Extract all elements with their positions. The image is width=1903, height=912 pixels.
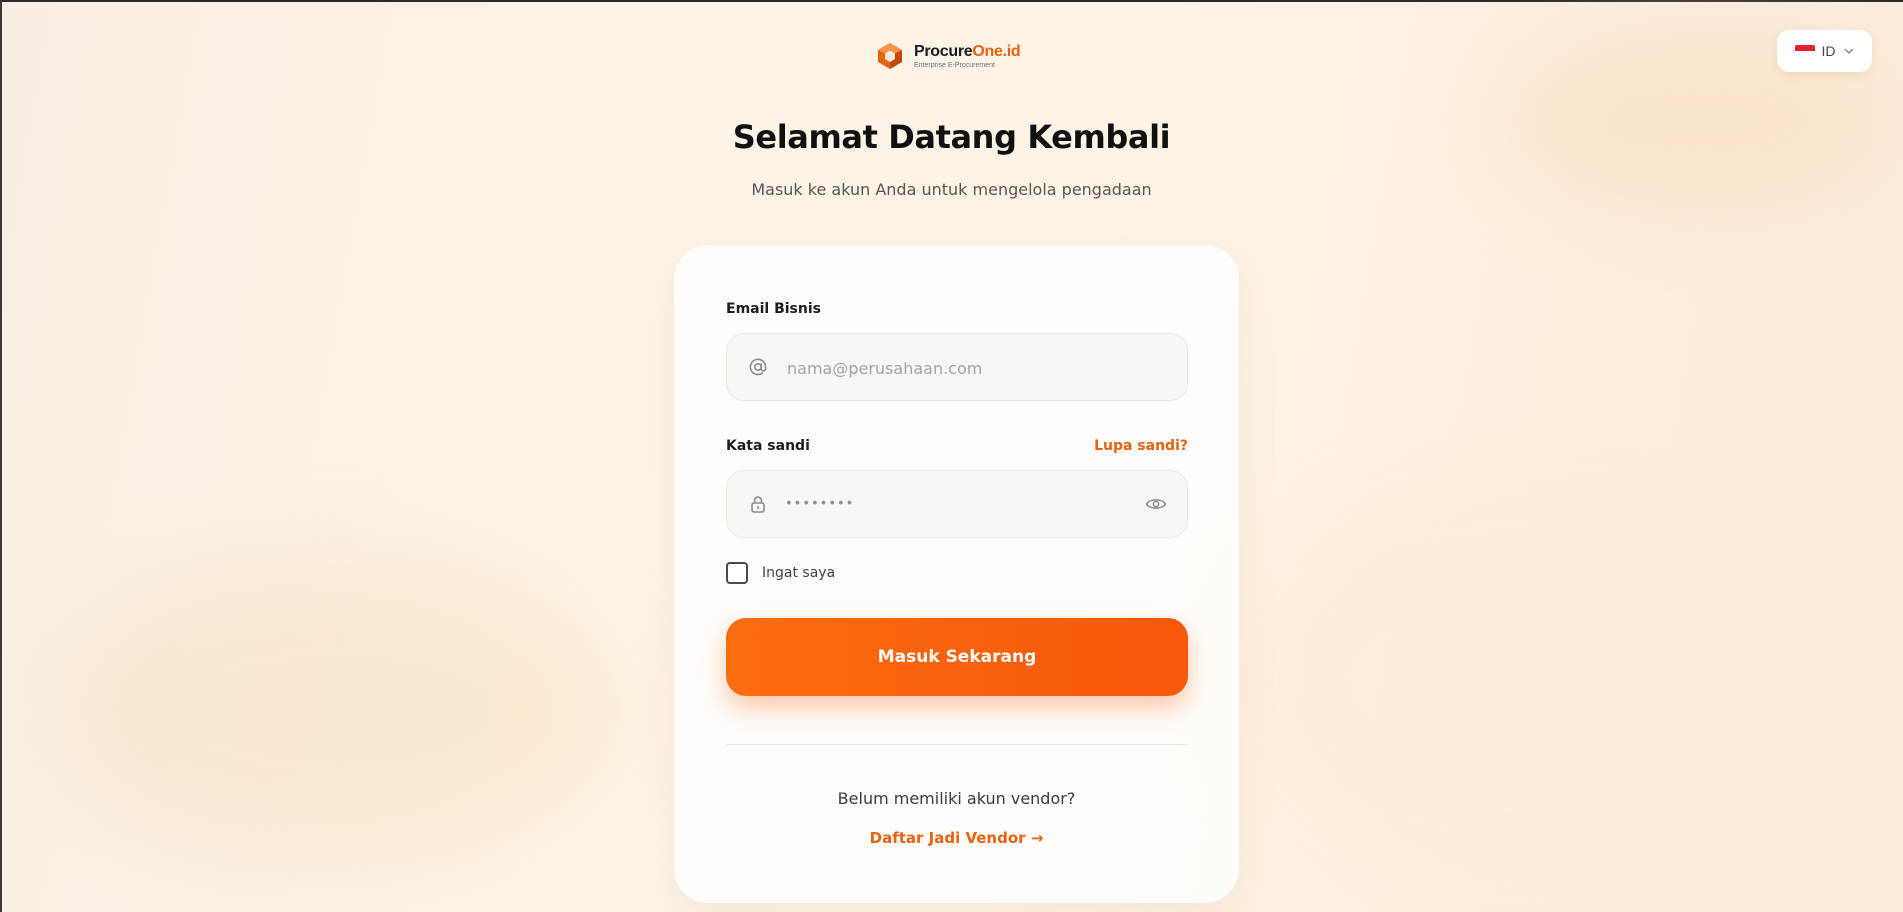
- login-button[interactable]: Masuk Sekarang: [726, 618, 1188, 696]
- window-top-border: [0, 0, 1903, 2]
- password-input[interactable]: ••••••••: [785, 497, 854, 512]
- divider: [726, 744, 1188, 745]
- at-sign-icon: [747, 356, 769, 378]
- remember-checkbox[interactable]: [726, 562, 748, 584]
- remember-me[interactable]: Ingat saya: [726, 562, 835, 584]
- indonesia-flag-icon: [1794, 45, 1815, 57]
- brand-name-prefix: Procure: [914, 42, 973, 60]
- brand-tagline: Enterprise E-Procurement: [914, 61, 995, 69]
- brand-logo[interactable]: ProcureOne.id Enterprise E-Procurement: [876, 42, 1021, 70]
- language-code: ID: [1821, 43, 1836, 59]
- email-field[interactable]: [726, 333, 1188, 402]
- hexagon-logo-icon: [878, 43, 902, 69]
- background-glow: [1250, 500, 1770, 860]
- chevron-down-icon: [1844, 48, 1853, 54]
- password-label: Kata sandi: [726, 438, 810, 454]
- password-field[interactable]: ••••••••: [726, 470, 1188, 538]
- email-input[interactable]: [785, 334, 1129, 402]
- background-glow: [60, 560, 620, 860]
- lock-icon: [747, 493, 769, 515]
- register-vendor-link[interactable]: Daftar Jadi Vendor →: [674, 829, 1239, 847]
- login-card: Email Bisnis Kata sandi Lupa sandi? ••••…: [674, 245, 1239, 903]
- brand-name: ProcureOne.id: [914, 42, 1021, 60]
- brand-name-accent: One.id: [972, 42, 1021, 60]
- forgot-password-link[interactable]: Lupa sandi?: [1094, 438, 1188, 454]
- page-subtitle: Masuk ke akun Anda untuk mengelola penga…: [751, 180, 1152, 199]
- eye-icon[interactable]: [1145, 493, 1167, 515]
- remember-label: Ingat saya: [762, 565, 836, 581]
- page-title: Selamat Datang Kembali: [732, 118, 1171, 156]
- language-switcher[interactable]: ID: [1777, 30, 1872, 72]
- register-prompt: Belum memiliki akun vendor?: [837, 789, 1076, 808]
- email-label: Email Bisnis: [726, 301, 821, 317]
